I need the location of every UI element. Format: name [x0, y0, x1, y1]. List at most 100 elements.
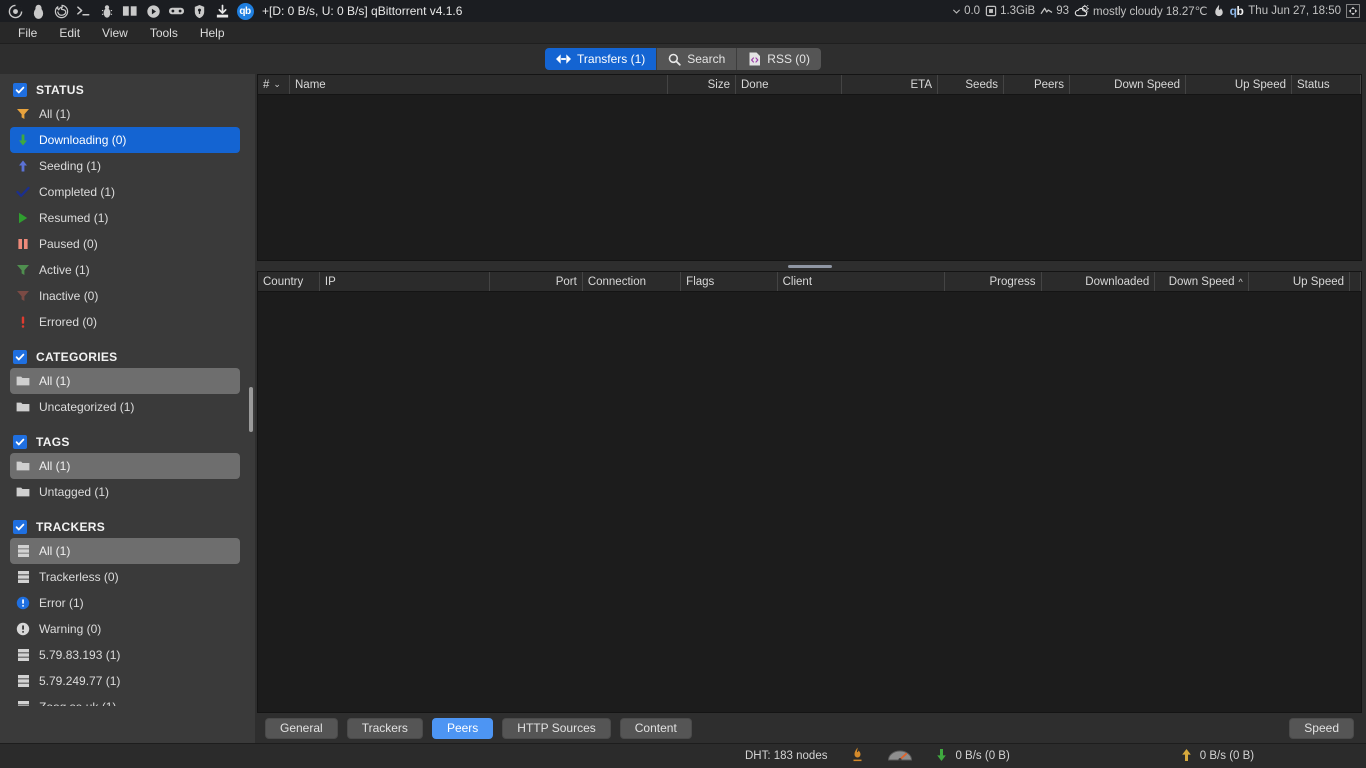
play-icon[interactable] — [142, 1, 164, 21]
shield-icon[interactable] — [188, 1, 210, 21]
peer-col-progress[interactable]: Progress — [945, 272, 1042, 291]
col-up-speed[interactable]: Up Speed — [1186, 75, 1292, 94]
sidebar-item-seeding[interactable]: Seeding (1) — [10, 153, 240, 179]
tags-checkbox[interactable] — [13, 435, 27, 449]
tracker-icon — [15, 543, 31, 559]
sidebar-item-error[interactable]: Error (1) — [10, 590, 240, 616]
tab-search[interactable]: Search — [657, 48, 738, 70]
transfers-rows[interactable] — [258, 95, 1361, 260]
section-header-status[interactable]: STATUS — [0, 79, 255, 101]
firefox-icon[interactable] — [50, 1, 72, 21]
sidebar-item-all-trackers[interactable]: All (1) — [10, 538, 240, 564]
expand-icon[interactable] — [1346, 4, 1360, 18]
peers-rows[interactable] — [258, 292, 1361, 712]
sidebar-item-trackerless[interactable]: Trackerless (0) — [10, 564, 240, 590]
col-name-label: Name — [295, 78, 326, 91]
penguin-icon[interactable] — [27, 1, 49, 21]
sidebar-item-warning[interactable]: Warning (0) — [10, 616, 240, 642]
gamepad-icon[interactable] — [165, 1, 187, 21]
peer-col-flags[interactable]: Flags — [681, 272, 778, 291]
sidebar-item-all-tags[interactable]: All (1) — [10, 453, 240, 479]
categories-checkbox[interactable] — [13, 350, 27, 364]
col-eta[interactable]: ETA — [842, 75, 938, 94]
speed-meter-icon[interactable] — [887, 746, 913, 766]
sidebar-item-untagged[interactable]: Untagged (1) — [10, 479, 240, 505]
filter-green-icon — [15, 262, 31, 278]
tab-rss[interactable]: RSS (0) — [737, 48, 821, 70]
sidebar-item-tracker-1[interactable]: 5.79.83.193 (1) — [10, 642, 240, 668]
section-header-trackers[interactable]: TRACKERS — [0, 516, 255, 538]
sidebar-item-tracker-3[interactable]: Zooq.se.uk (1) — [10, 694, 240, 706]
main-tabs: Transfers (1) Search RSS (0) — [545, 48, 821, 70]
tab-trackers[interactable]: Trackers — [346, 717, 423, 739]
sidebar-item-all-status[interactable]: All (1) — [10, 101, 240, 127]
sidebar-label-inactive: Inactive (0) — [39, 289, 99, 303]
sidebar-item-completed[interactable]: Completed (1) — [10, 179, 240, 205]
menu-file[interactable]: File — [8, 23, 47, 43]
col-down-speed[interactable]: Down Speed — [1070, 75, 1186, 94]
peer-col-ip[interactable]: IP — [320, 272, 491, 291]
peer-col-client[interactable]: Client — [778, 272, 946, 291]
sidebar-item-inactive[interactable]: Inactive (0) — [10, 283, 240, 309]
connection-status-icon[interactable] — [852, 747, 863, 765]
menu-bar: File Edit View Tools Help — [0, 22, 1366, 44]
sidebar-item-errored[interactable]: Errored (0) — [10, 309, 240, 335]
peer-col-country[interactable]: Country — [258, 272, 320, 291]
col-done[interactable]: Done — [736, 75, 842, 94]
sidebar-item-tracker-2[interactable]: 5.79.249.77 (1) — [10, 668, 240, 694]
clock[interactable]: Thu Jun 27, 18:50 — [1248, 5, 1341, 17]
sidebar-item-all-categories[interactable]: All (1) — [10, 368, 240, 394]
section-header-categories[interactable]: CATEGORIES — [0, 346, 255, 368]
splitter-grip[interactable] — [787, 264, 832, 268]
status-checkbox[interactable] — [13, 83, 27, 97]
peer-col-port[interactable]: Port — [490, 272, 583, 291]
tab-transfers[interactable]: Transfers (1) — [545, 48, 658, 70]
sidebar-item-resumed[interactable]: Resumed (1) — [10, 205, 240, 231]
menu-view[interactable]: View — [92, 23, 138, 43]
peer-col-up-speed[interactable]: Up Speed — [1249, 272, 1351, 291]
section-header-tags[interactable]: TAGS — [0, 431, 255, 453]
pane-splitter[interactable] — [257, 261, 1362, 271]
book-icon[interactable] — [119, 1, 141, 21]
col-name[interactable]: Name — [290, 75, 668, 94]
col-status[interactable]: Status — [1292, 75, 1361, 94]
search-icon — [668, 53, 681, 66]
menu-tools[interactable]: Tools — [140, 23, 188, 43]
peer-col-connection[interactable]: Connection — [583, 272, 682, 291]
menu-help[interactable]: Help — [190, 23, 235, 43]
speed-button[interactable]: Speed — [1289, 717, 1354, 739]
col-size[interactable]: Size — [668, 75, 736, 94]
sidebar-item-uncategorized[interactable]: Uncategorized (1) — [10, 394, 240, 420]
col-index[interactable]: # ⌄ — [258, 75, 290, 94]
cpu-indicator: 0.0 — [952, 5, 980, 17]
bug-icon[interactable] — [96, 1, 118, 21]
tab-http-sources[interactable]: HTTP Sources — [502, 717, 611, 739]
warning-gray-icon — [15, 621, 31, 637]
sidebar-item-downloading[interactable]: Downloading (0) — [10, 127, 240, 153]
sidebar-item-paused[interactable]: Paused (0) — [10, 231, 240, 257]
peer-col-filler — [1350, 272, 1362, 291]
tray-flame-icon[interactable] — [1213, 4, 1225, 18]
sidebar-scrollbar[interactable] — [247, 74, 255, 743]
menu-edit[interactable]: Edit — [49, 23, 90, 43]
tab-content[interactable]: Content — [619, 717, 692, 739]
download-icon[interactable] — [211, 1, 233, 21]
spiral-icon[interactable] — [4, 1, 26, 21]
tab-peers[interactable]: Peers — [431, 717, 494, 739]
section-title-categories: CATEGORIES — [36, 350, 118, 364]
tray-qbittorrent-icon[interactable]: qb — [1230, 4, 1244, 18]
peer-col-client-label: Client — [782, 275, 813, 288]
col-peers[interactable]: Peers — [1004, 75, 1070, 94]
process-indicator: 93 — [1040, 5, 1069, 17]
process-count: 93 — [1056, 5, 1070, 17]
system-tray: 0.0 1.3GiB 93 mostly cloudy 18.27℃ qb Th… — [952, 4, 1362, 18]
sidebar-scrollbar-thumb[interactable] — [249, 387, 253, 432]
terminal-icon[interactable] — [73, 1, 95, 21]
sidebar-item-active[interactable]: Active (1) — [10, 257, 240, 283]
trackers-checkbox[interactable] — [13, 520, 27, 534]
qbittorrent-taskbar-icon[interactable]: qb — [234, 1, 256, 21]
peer-col-downloaded[interactable]: Downloaded — [1042, 272, 1156, 291]
tab-general[interactable]: General — [265, 717, 338, 739]
col-seeds[interactable]: Seeds — [938, 75, 1004, 94]
peer-col-down-speed[interactable]: Down Speed ^ — [1155, 272, 1249, 291]
